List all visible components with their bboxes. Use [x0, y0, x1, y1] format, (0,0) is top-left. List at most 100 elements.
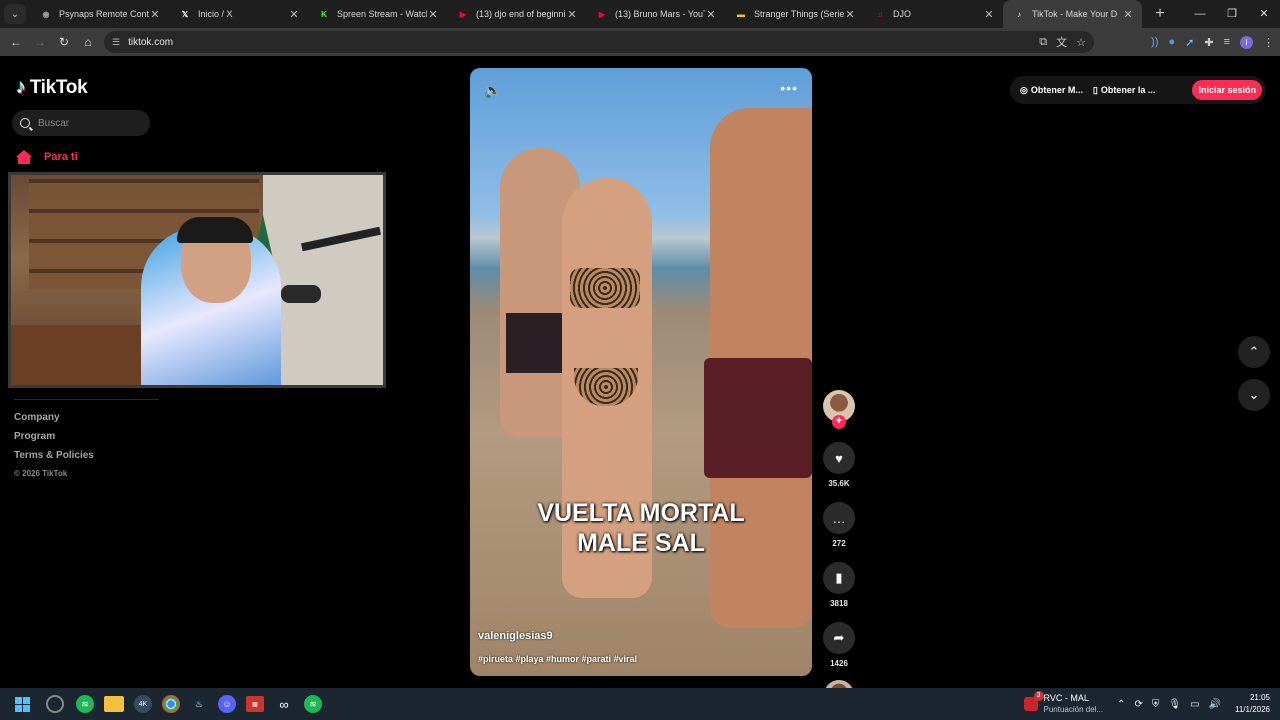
tray-notification[interactable]: 3 RVC - MAL Puntuación del...	[1023, 691, 1104, 715]
search-icon	[20, 118, 30, 128]
bookmark-star-icon[interactable]: ☆	[1076, 36, 1086, 49]
share-icon[interactable]: ➦	[823, 622, 855, 654]
site-info-icon[interactable]: ☰	[112, 37, 120, 48]
more-options-icon[interactable]: •••	[780, 80, 798, 96]
browser-tab[interactable]: ▬ Stranger Things (Serie de✕	[725, 0, 864, 28]
footer-link-terms[interactable]: Terms & Policies	[14, 450, 94, 461]
video-player[interactable]: 🔈 ••• VUELTA MORTAL MALE SAL valeniglesi…	[470, 68, 812, 676]
login-button[interactable]: Iniciar sesión	[1192, 80, 1262, 100]
bookmark-icon[interactable]: ▮	[823, 562, 855, 594]
taskbar-spotify-icon[interactable]: ≋	[76, 695, 94, 713]
extension-translate-icon[interactable]: ➚	[1185, 36, 1194, 49]
caption-line-2: MALE SAL	[577, 529, 705, 557]
browser-tab-label: Psynaps Remote Control	[59, 9, 149, 19]
close-tab-icon[interactable]: ✕	[566, 8, 578, 21]
video-hashtags[interactable]: #pirueta #playa #humor #parati #viral	[478, 654, 637, 664]
browser-tab-label: TikTok - Make Your D	[1032, 9, 1118, 19]
clock-time: 21:05	[1249, 693, 1270, 702]
system-tray: 3 RVC - MAL Puntuación del... ⌃ ⟳ ⛨ 🎙 ▭ …	[1023, 688, 1270, 720]
close-tab-icon[interactable]: ✕	[1122, 8, 1134, 21]
chevron-up-tray-icon[interactable]: ⌃	[1117, 699, 1125, 710]
reading-list-icon[interactable]: ≡	[1224, 36, 1230, 48]
browser-tab[interactable]: K Spreen Stream - Watch Li✕	[308, 0, 447, 28]
follow-plus-icon[interactable]: +	[832, 415, 846, 429]
home-icon	[16, 150, 32, 164]
restore-icon[interactable]: ❐	[1216, 0, 1248, 28]
comment-icon[interactable]: …	[823, 502, 855, 534]
close-tab-icon[interactable]: ✕	[288, 8, 300, 21]
extensions-area: )) ● ➚ ✚ ≡ I ⋮	[1151, 28, 1274, 56]
new-tab-button[interactable]: +	[1148, 5, 1172, 23]
tab-search-button[interactable]: ⌄	[4, 4, 26, 24]
browser-tab[interactable]: ♪ TikTok - Make Your D ✕	[1003, 0, 1142, 28]
speaker-icon[interactable]: 🔊	[1209, 699, 1221, 710]
previous-video-button[interactable]: ⌃	[1238, 336, 1270, 368]
taskbar-app-recorder-icon[interactable]	[46, 695, 64, 713]
comment-action[interactable]: … 272	[822, 502, 856, 548]
get-app-button[interactable]: ▯ Obtener la ...	[1083, 85, 1155, 96]
browser-tab[interactable]: ◉ Psynaps Remote Control✕	[30, 0, 169, 28]
close-tab-icon[interactable]: ✕	[427, 8, 439, 21]
heart-icon[interactable]: ♥	[823, 442, 855, 474]
browser-tab-label: (13) Bruno Mars - YouTub	[615, 9, 705, 19]
volume-icon[interactable]: 🔈	[484, 82, 501, 99]
home-icon[interactable]: ⌂	[76, 35, 100, 49]
profile-avatar[interactable]: I	[1240, 35, 1253, 49]
save-count: 3818	[830, 599, 848, 608]
back-icon[interactable]: ←	[4, 35, 28, 49]
display-icon[interactable]: ▭	[1190, 699, 1199, 710]
address-bar[interactable]: ☰ tiktok.com ⧉ 文 ☆	[104, 31, 1094, 53]
footer-link-company[interactable]: Company	[14, 412, 94, 423]
save-action[interactable]: ▮ 3818	[822, 562, 856, 608]
taskbar-spotify-2-icon[interactable]: ≋	[304, 695, 322, 713]
browser-tab[interactable]: ▶ (13) Bruno Mars - YouTub✕	[586, 0, 725, 28]
shield-icon[interactable]: ⛨	[1152, 699, 1160, 710]
next-video-button[interactable]: ⌄	[1238, 379, 1270, 411]
footer-link-program[interactable]: Program	[14, 431, 94, 442]
browser-tab-label: (13) djo end of beginning	[476, 9, 566, 19]
minimize-icon[interactable]: —	[1184, 0, 1216, 28]
sync-icon[interactable]: ⟳	[1135, 699, 1143, 710]
browser-tab[interactable]: ♫ DJO ✕	[864, 0, 1003, 28]
search-input[interactable]: Buscar	[12, 110, 150, 136]
close-window-icon[interactable]: ✕	[1248, 0, 1280, 28]
taskbar-4k-icon[interactable]: 4K	[134, 695, 152, 713]
taskbar-meta-icon[interactable]: ∞	[272, 692, 296, 716]
taskbar-chrome-icon[interactable]	[162, 695, 180, 713]
close-tab-icon[interactable]: ✕	[983, 8, 995, 21]
extension-sound-icon[interactable]: ))	[1151, 36, 1158, 48]
globe-icon: ◉	[42, 9, 50, 19]
clock[interactable]: 21:05 11/1/2026	[1235, 692, 1270, 716]
close-tab-icon[interactable]: ✕	[844, 8, 856, 21]
chevron-up-icon: ⌃	[1248, 344, 1260, 359]
translate-icon[interactable]: 文	[1056, 34, 1067, 50]
browser-tab[interactable]: 𝕏 Inicio / X ✕	[169, 0, 308, 28]
install-app-icon[interactable]: ⧉	[1039, 36, 1047, 49]
extensions-puzzle-icon[interactable]: ✚	[1204, 36, 1213, 49]
close-tab-icon[interactable]: ✕	[149, 8, 161, 21]
like-action[interactable]: ♥ 35.6K	[822, 442, 856, 488]
microphone-icon[interactable]: 🎙	[1168, 699, 1181, 710]
browser-tab-label: DJO	[893, 9, 911, 19]
tray-icons: ⌃ ⟳ ⛨ 🎙 ▭ 🔊	[1117, 699, 1221, 710]
taskbar-steam-icon[interactable]: ♨	[190, 695, 208, 713]
nav-for-you[interactable]: Para ti	[16, 150, 78, 164]
get-coins-button[interactable]: ◎ Obtener M...	[1010, 85, 1083, 96]
author-avatar[interactable]: +	[823, 390, 855, 429]
reload-icon[interactable]: ↻	[52, 35, 76, 49]
taskbar-discord-icon[interactable]: ☺	[218, 695, 236, 713]
browser-tab[interactable]: ▶ (13) djo end of beginning ✕	[447, 0, 586, 28]
start-button[interactable]	[10, 692, 34, 716]
extension-circle-icon[interactable]: ●	[1168, 36, 1175, 48]
share-action[interactable]: ➦ 1426	[822, 622, 856, 668]
close-tab-icon[interactable]: ✕	[705, 8, 717, 21]
video-author[interactable]: valeniglesias9	[478, 630, 553, 642]
tiktok-logo[interactable]: ♪ TikTok	[16, 76, 88, 99]
taskbar-app-red-icon[interactable]: ▦	[246, 696, 264, 712]
taskbar-file-explorer-icon[interactable]	[104, 696, 124, 712]
browser-tab-bar: ⌄ ◉Psynaps Remote Control✕𝕏Inicio / X✕KS…	[0, 0, 1280, 28]
forward-icon[interactable]: →	[28, 35, 52, 49]
footer-copyright: © 2026 TikTok	[14, 469, 68, 478]
tray-app-subtitle: Puntuación del...	[1043, 705, 1104, 714]
chrome-menu-icon[interactable]: ⋮	[1263, 36, 1274, 49]
